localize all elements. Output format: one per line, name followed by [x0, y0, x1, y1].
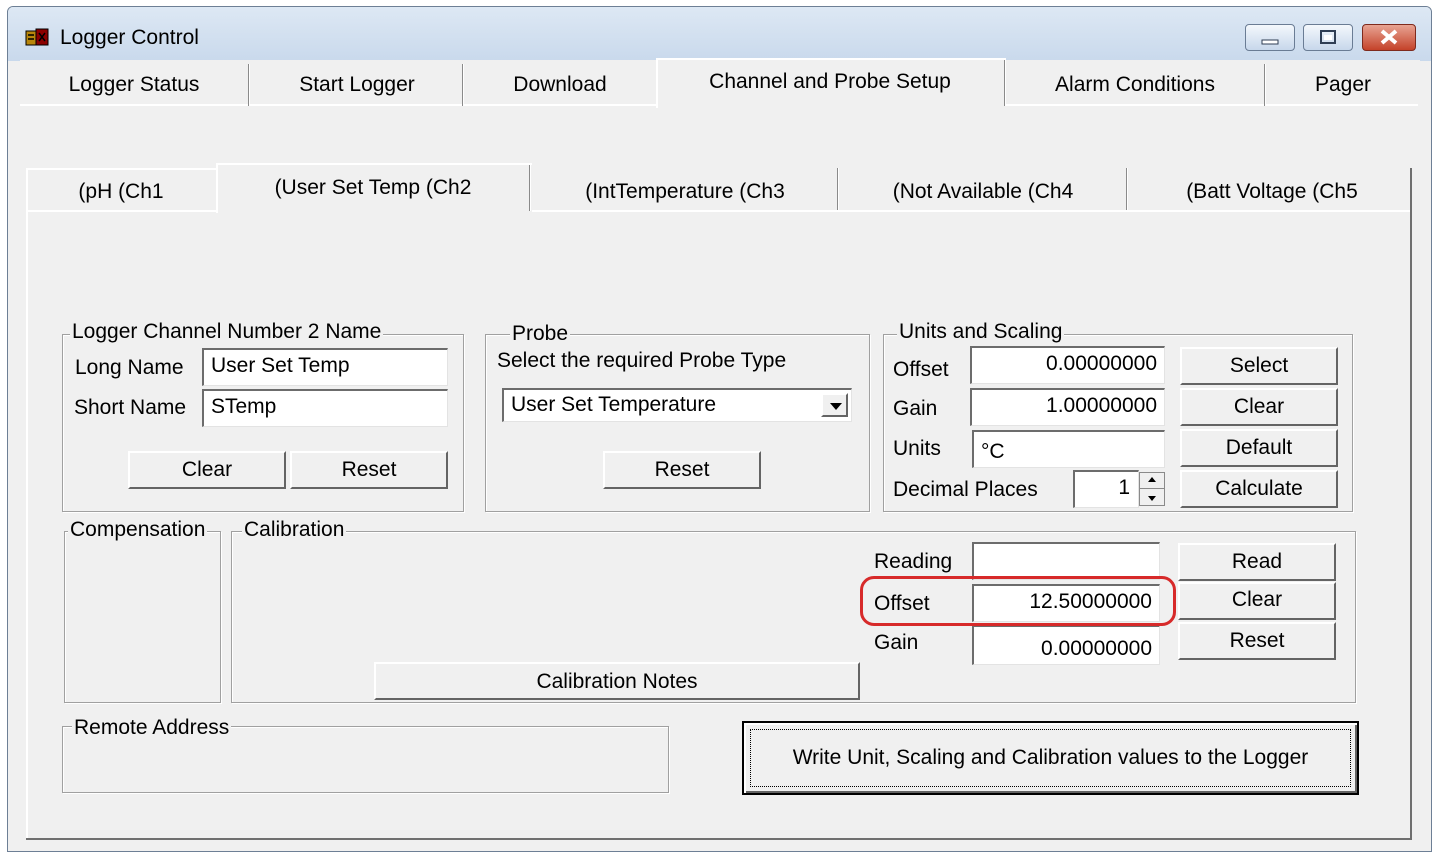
calibration-reset-button[interactable]: Reset — [1178, 622, 1336, 660]
scaling-clear-label: Clear — [1233, 395, 1285, 418]
tab-logger-status[interactable]: Logger Status — [20, 73, 248, 97]
default-button[interactable]: Default — [1180, 429, 1338, 467]
read-button[interactable]: Read — [1178, 543, 1336, 581]
scaling-gain-input[interactable]: 1.00000000 — [970, 388, 1165, 426]
tab-start-logger[interactable]: Start Logger — [252, 73, 462, 97]
calibration-gain-input[interactable]: 0.00000000 — [972, 625, 1160, 665]
channel-clear-label: Clear — [181, 458, 233, 481]
long-name-label: Long Name — [75, 356, 184, 379]
subtab-ch4[interactable]: (Not Available (Ch4 — [841, 180, 1125, 204]
scaling-gain-label: Gain — [893, 397, 938, 420]
probe-reset-label: Reset — [654, 458, 710, 481]
focus-rectangle — [750, 729, 1351, 787]
tab-separator — [462, 64, 464, 106]
minimize-button[interactable] — [1245, 24, 1295, 51]
decimal-places-input[interactable]: 1 — [1073, 470, 1139, 508]
probe-instruction: Select the required Probe Type — [497, 349, 787, 372]
read-label: Read — [1231, 550, 1283, 573]
close-button[interactable] — [1362, 24, 1416, 51]
calibration-reading-input[interactable] — [972, 542, 1160, 580]
units-scaling-group-label: Units and Scaling — [897, 320, 1065, 344]
channel-reset-label: Reset — [341, 458, 397, 481]
calibration-reading-label: Reading — [874, 550, 953, 573]
tab-separator — [837, 168, 839, 212]
tab-underline — [1005, 104, 1418, 106]
calibration-notes-label: Calibration Notes — [536, 670, 698, 693]
select-button[interactable]: Select — [1180, 347, 1338, 385]
panel-left-edge — [26, 210, 28, 840]
scaling-offset-input[interactable]: 0.00000000 — [970, 346, 1165, 384]
chevron-down-icon — [1148, 496, 1156, 501]
subtab-underline — [532, 210, 1412, 212]
tab-download[interactable]: Download — [466, 73, 654, 97]
stepper-down[interactable] — [1140, 489, 1164, 505]
calculate-label: Calculate — [1215, 477, 1303, 500]
subtab-underline — [26, 210, 216, 212]
subtab-ch3[interactable]: (IntTemperature (Ch3 — [533, 180, 837, 204]
tab-separator — [248, 64, 250, 106]
tab-channel-probe-setup[interactable]: Channel and Probe Setup — [658, 70, 1002, 94]
compensation-group-label: Compensation — [68, 518, 208, 542]
channel-name-group-label: Logger Channel Number 2 Name — [70, 320, 384, 344]
scaling-clear-button[interactable]: Clear — [1180, 388, 1338, 426]
panel-bottom-edge — [26, 838, 1412, 840]
channel-clear-button[interactable]: Clear — [128, 451, 286, 489]
units-label: Units — [893, 437, 941, 460]
calibration-clear-button[interactable]: Clear — [1178, 582, 1336, 620]
tab-separator — [1264, 64, 1266, 106]
probe-group-label: Probe — [510, 322, 571, 346]
subtab-ch5[interactable]: (Batt Voltage (Ch5 — [1130, 180, 1414, 204]
calculate-button[interactable]: Calculate — [1180, 470, 1338, 508]
minimize-icon — [1261, 39, 1279, 45]
probe-type-value: User Set Temperature — [511, 393, 717, 416]
compensation-group — [64, 531, 221, 703]
select-label: Select — [1229, 354, 1289, 377]
window-title: Logger Control — [60, 26, 199, 49]
units-input[interactable]: °C — [972, 430, 1165, 468]
decimal-places-label: Decimal Places — [893, 478, 1038, 501]
default-label: Default — [1225, 436, 1293, 459]
chevron-down-icon[interactable] — [821, 393, 848, 417]
app-icon — [25, 28, 49, 46]
channel-reset-button[interactable]: Reset — [290, 451, 448, 489]
calibration-notes-button[interactable]: Calibration Notes — [374, 662, 860, 700]
probe-type-select[interactable]: User Set Temperature — [502, 388, 852, 422]
maximize-icon — [1320, 30, 1336, 44]
tab-pager[interactable]: Pager — [1268, 73, 1418, 97]
long-name-input[interactable]: User Set Temp — [202, 348, 448, 386]
stepper-up[interactable] — [1140, 473, 1164, 489]
calibration-reset-label: Reset — [1229, 629, 1285, 652]
panel-right-edge — [1410, 168, 1412, 840]
probe-reset-button[interactable]: Reset — [603, 451, 761, 489]
title-bar: Logger Control — [8, 7, 1431, 61]
short-name-label: Short Name — [74, 396, 187, 419]
maximize-button[interactable] — [1303, 24, 1353, 51]
close-icon — [1380, 29, 1398, 45]
tab-separator — [1126, 168, 1128, 212]
write-values-button[interactable]: Write Unit, Scaling and Calibration valu… — [742, 721, 1359, 795]
tab-underline — [20, 104, 656, 106]
subtab-ch1[interactable]: (pH (Ch1 — [28, 180, 214, 204]
offset-highlight-annotation — [860, 576, 1176, 626]
calibration-gain-label: Gain — [874, 631, 919, 654]
decimal-places-stepper[interactable] — [1139, 472, 1165, 506]
tab-alarm-conditions[interactable]: Alarm Conditions — [1008, 73, 1262, 97]
calibration-clear-label: Clear — [1231, 588, 1283, 611]
short-name-input[interactable]: STemp — [202, 389, 448, 427]
calibration-group-label: Calibration — [242, 518, 347, 542]
remote-address-group-label: Remote Address — [72, 716, 232, 740]
chevron-up-icon — [1148, 477, 1156, 482]
tab-separator — [1004, 60, 1006, 106]
tab-separator — [529, 165, 531, 211]
scaling-offset-label: Offset — [893, 358, 949, 381]
subtab-ch2[interactable]: (User Set Temp (Ch2 — [218, 176, 528, 200]
